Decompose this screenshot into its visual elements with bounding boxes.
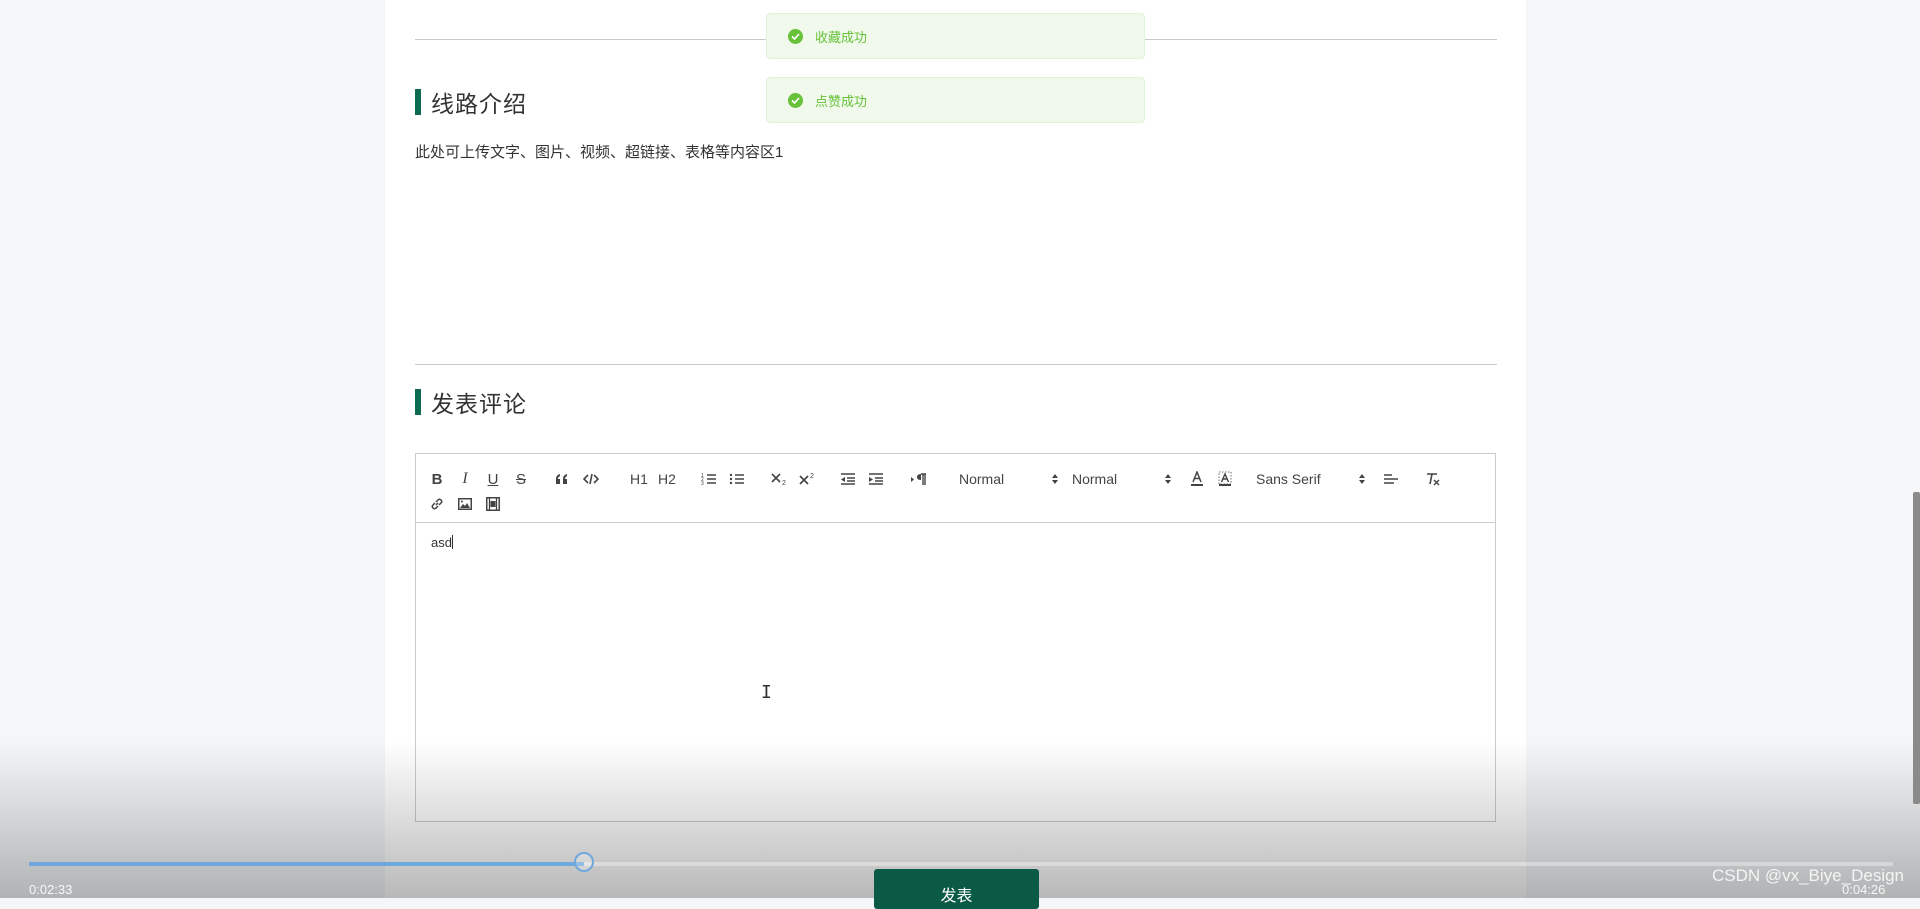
route-intro-content: 此处可上传文字、图片、视频、超链接、表格等内容区1 [415,144,784,161]
image-button[interactable] [456,492,474,516]
italic-button[interactable]: I [456,467,474,491]
font-picker-label: Sans Serif [1256,471,1321,487]
header2-button[interactable]: H2 [656,467,678,491]
clear-format-icon [1427,473,1440,486]
current-time: 0:02:33 [29,882,73,897]
subscript-button[interactable]: 2 [770,467,790,491]
subscript-icon: 2 [771,473,786,486]
size-picker-label: Normal [959,471,1005,487]
video-progress-handle[interactable] [574,852,594,872]
comment-heading: 发表评论 [415,387,527,417]
header-picker-label: Normal [1072,471,1118,487]
link-icon [431,498,443,510]
align-button[interactable] [1382,467,1400,491]
video-icon [486,497,500,511]
editor-content-area[interactable]: asd [416,523,1495,821]
italic-icon: I [462,470,468,487]
clear-format-button[interactable] [1424,467,1442,491]
ordered-list-icon: 123 [701,473,716,486]
text-color-button[interactable] [1188,467,1206,491]
superscript-icon: 2 [799,473,814,485]
code-block-button[interactable] [581,467,601,491]
heading-accent-bar [415,89,421,115]
success-check-icon [788,92,803,108]
updown-arrow-icon [1164,473,1172,485]
route-intro-title: 线路介绍 [431,91,527,117]
middle-divider [415,364,1497,365]
link-button[interactable] [428,492,446,516]
video-progress-fill [29,862,584,866]
heading-accent-bar [415,389,421,415]
text-color-icon [1191,471,1203,486]
toast-message: 收藏成功 [815,29,868,45]
outdent-button[interactable] [839,467,857,491]
toast-message: 点赞成功 [815,93,868,109]
strike-icon: S [515,470,526,488]
editor-toolbar: B I U S H1 H2 123 2 2 Normal Normal Sans… [416,454,1495,523]
bullet-list-button[interactable] [728,467,746,491]
background-color-icon [1218,471,1232,486]
updown-arrow-icon [1358,473,1366,485]
route-intro-heading: 线路介绍 [415,87,527,117]
font-picker[interactable]: Sans Serif [1256,467,1366,491]
bold-icon: B [431,470,443,488]
video-progress-bar[interactable] [29,852,1893,872]
align-left-icon [1384,474,1398,484]
image-icon [458,498,472,510]
svg-text:3: 3 [701,481,704,486]
strike-button[interactable]: S [512,467,530,491]
text-caret [451,535,453,549]
svg-text:2: 2 [810,473,814,480]
ordered-list-button[interactable]: 123 [700,467,718,491]
underline-icon: U [487,470,499,488]
page-scrollbar[interactable] [1913,492,1920,804]
background-color-button[interactable] [1216,467,1234,491]
mouse-cursor-ibeam: I [761,682,772,703]
toast-favorite-success: 收藏成功 [766,13,1145,59]
header-picker[interactable]: Normal [1072,467,1172,491]
submit-comment-button[interactable]: 发表 [874,869,1039,909]
watermark: CSDN @vx_Biye_Design [1711,866,1904,885]
header2-icon: H2 [658,471,676,487]
editor-text: asd [431,535,452,550]
toast-like-success: 点赞成功 [766,77,1145,123]
updown-arrow-icon [1051,473,1059,485]
outdent-icon [841,473,855,485]
rich-text-editor: B I U S H1 H2 123 2 2 Normal Normal Sans… [415,453,1496,822]
underline-button[interactable]: U [484,467,502,491]
header1-button[interactable]: H1 [628,467,650,491]
superscript-button[interactable]: 2 [798,467,818,491]
header1-icon: H1 [630,471,648,487]
video-button[interactable] [484,492,502,516]
indent-button[interactable] [867,467,885,491]
text-direction-icon [911,473,926,485]
text-direction-button[interactable] [909,467,929,491]
bold-button[interactable]: B [428,467,446,491]
success-check-icon [788,28,803,44]
quote-icon [556,474,567,484]
size-picker[interactable]: Normal [959,467,1059,491]
comment-title: 发表评论 [431,391,527,417]
blockquote-button[interactable] [553,467,571,491]
code-icon [583,473,599,485]
bullet-list-icon [729,473,744,485]
indent-icon [869,473,883,485]
svg-text:2: 2 [782,480,786,486]
